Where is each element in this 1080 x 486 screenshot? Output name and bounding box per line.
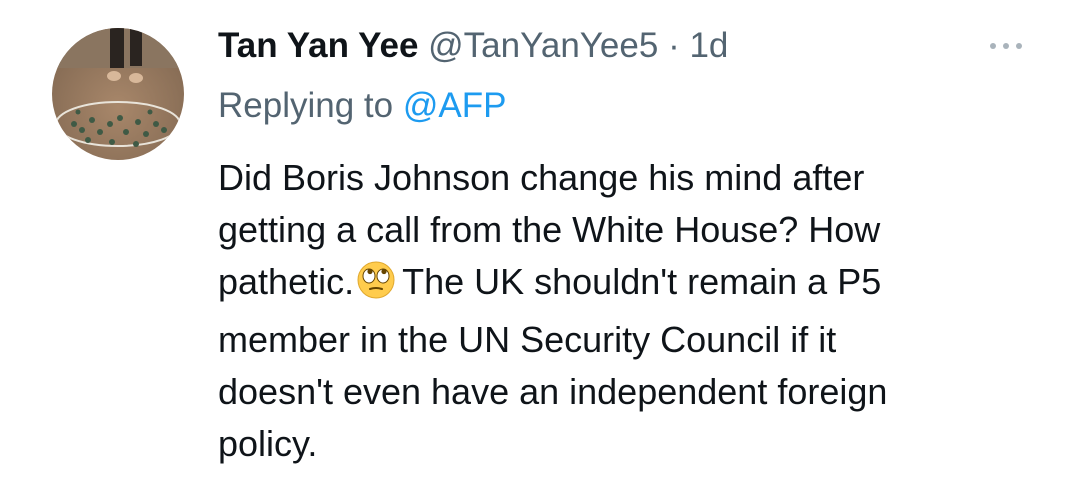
tweet-text-line-with-emoji: pathetic. The UK shouldn't remain a P5 (218, 256, 1018, 314)
replying-to-label: Replying to (218, 86, 394, 125)
avatar[interactable] (52, 28, 184, 160)
reply-handle-link[interactable]: @AFP (403, 86, 507, 125)
ellipsis-dot (1016, 43, 1022, 49)
tweet-content: Tan Yan Yee @TanYanYee5 · 1d Replying to… (218, 22, 1018, 470)
tweet[interactable]: Tan Yan Yee @TanYanYee5 · 1d Replying to… (0, 0, 1080, 486)
avatar-image (52, 28, 184, 160)
rolling-eyes-emoji-icon (356, 260, 396, 314)
ellipsis-dot (990, 43, 996, 49)
tweet-text-line: doesn't even have an independent foreign (218, 371, 888, 412)
tweet-text-line: member in the UN Security Council if it (218, 319, 837, 360)
author-handle[interactable]: @TanYanYee5 (428, 26, 658, 65)
tweet-text-segment: pathetic. (218, 261, 355, 302)
separator-dot: · (668, 26, 680, 65)
tweet-text-line: Did Boris Johnson change his mind after (218, 157, 865, 198)
timestamp[interactable]: 1d (689, 26, 728, 65)
more-options-ellipsis-icon[interactable] (986, 36, 1026, 56)
tweet-text: Did Boris Johnson change his mind after … (218, 152, 1018, 470)
replying-to: Replying to @AFP (218, 82, 1018, 130)
tweet-header: Tan Yan Yee @TanYanYee5 · 1d (218, 22, 1018, 70)
ellipsis-dot (1003, 43, 1009, 49)
tweet-text-segment: The UK shouldn't remain a P5 (402, 261, 882, 302)
author-name[interactable]: Tan Yan Yee (218, 26, 418, 65)
tweet-text-line: getting a call from the White House? How (218, 209, 881, 250)
tweet-text-line: policy. (218, 423, 318, 464)
